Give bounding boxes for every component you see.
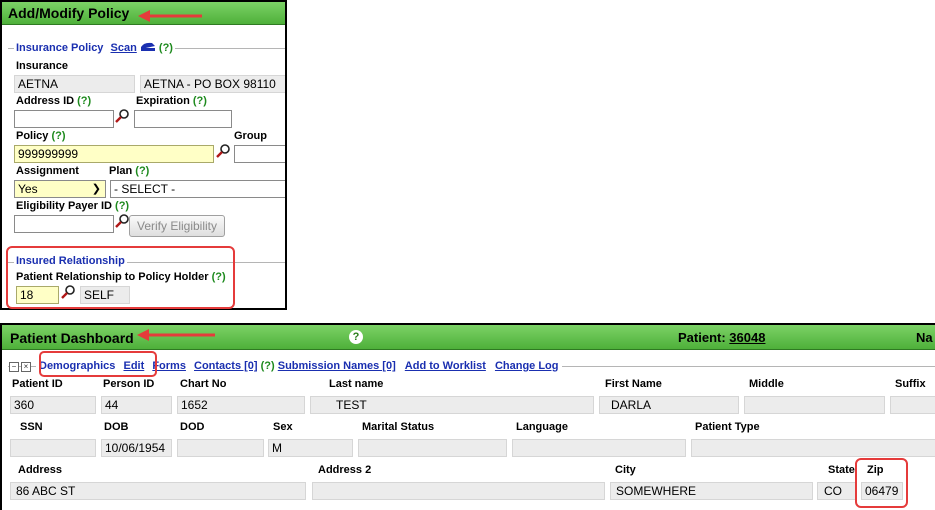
expiration-label-text: Expiration: [136, 95, 190, 107]
close-section-icon[interactable]: ×: [21, 362, 31, 372]
last-name-field: TEST: [310, 396, 594, 414]
ssn-label: SSN: [20, 421, 43, 433]
tab-add-to-worklist[interactable]: Add to Worklist: [405, 360, 486, 372]
eligibility-payer-label-text: Eligibility Payer ID: [16, 200, 112, 212]
insurance-label: Insurance: [16, 60, 68, 72]
patient-name-header: Na: [916, 330, 933, 345]
eligibility-payer-input[interactable]: [14, 215, 114, 233]
dob-field: 10/06/1954: [101, 439, 172, 457]
state-label: State: [828, 464, 855, 476]
sex-label: Sex: [273, 421, 293, 433]
middle-label: Middle: [749, 378, 784, 390]
help-circle-text: ?: [352, 331, 360, 343]
last-name-label: Last name: [329, 378, 384, 390]
address-id-help[interactable]: (?): [77, 95, 91, 107]
address-id-label-text: Address ID: [16, 95, 75, 107]
insurance-code-field: AETNA: [14, 75, 135, 93]
assignment-select[interactable]: Yes ❯: [14, 180, 106, 198]
person-id-field: 44: [101, 396, 172, 414]
demographics-edit-highlight: [39, 351, 157, 377]
sex-field: M: [268, 439, 353, 457]
policy-help[interactable]: (?): [51, 130, 65, 142]
policy-lookup-icon[interactable]: [215, 143, 231, 159]
scanner-icon[interactable]: [140, 41, 156, 55]
patient-id-field: 360: [10, 396, 96, 414]
address-label: Address: [18, 464, 63, 476]
expiration-help[interactable]: (?): [193, 95, 207, 107]
eligibility-payer-label: Eligibility Payer ID (?): [16, 200, 129, 212]
patient-label-text: Patient:: [678, 330, 726, 345]
middle-field: [744, 396, 885, 414]
collapse-icon[interactable]: −: [9, 362, 19, 372]
plan-select[interactable]: - SELECT -: [110, 180, 285, 198]
policy-panel-title: Add/Modify Policy: [8, 5, 130, 21]
first-name-field: DARLA: [599, 396, 739, 414]
patient-type-label: Patient Type: [695, 421, 760, 433]
patient-id-label: Patient ID: [12, 378, 63, 390]
policy-label: Policy (?): [16, 130, 66, 142]
policy-label-text: Policy: [16, 130, 49, 142]
tab-forms[interactable]: Forms: [152, 360, 186, 372]
marital-status-label: Marital Status: [362, 421, 435, 433]
scan-link[interactable]: Scan: [111, 42, 137, 54]
dob-label: DOB: [104, 421, 129, 433]
first-name-label: First Name: [605, 378, 662, 390]
assignment-label: Assignment: [16, 165, 79, 177]
patient-id-link[interactable]: 36048: [729, 330, 765, 345]
eligibility-payer-help[interactable]: (?): [115, 200, 129, 212]
help-circle-icon[interactable]: ?: [349, 330, 363, 344]
expiration-label: Expiration (?): [136, 95, 207, 107]
expiration-input[interactable]: [134, 110, 232, 128]
tab-contacts[interactable]: Contacts [0]: [194, 360, 258, 372]
city-label: City: [615, 464, 636, 476]
plan-label-text: Plan: [109, 165, 133, 177]
address-field: 86 ABC ST: [10, 482, 306, 500]
policy-title-arrow-annotation: [138, 10, 202, 22]
suffix-label: Suffix: [895, 378, 926, 390]
tab-submission-names[interactable]: Submission Names [0]: [278, 360, 396, 372]
insurance-policy-legend: Insurance Policy Scan (?): [14, 41, 175, 55]
patient-type-field: [691, 439, 935, 457]
language-label: Language: [516, 421, 568, 433]
plan-help[interactable]: (?): [135, 165, 149, 177]
assignment-select-value: Yes: [18, 182, 38, 196]
verify-eligibility-button[interactable]: Verify Eligibility: [129, 215, 225, 237]
insurance-policy-legend-text: Insurance Policy: [16, 41, 104, 54]
group-label: Group: [234, 130, 267, 142]
dod-field: [177, 439, 264, 457]
eligibility-lookup-icon[interactable]: [114, 213, 130, 229]
dashboard-title: Patient Dashboard: [10, 330, 134, 346]
city-field: SOMEWHERE: [610, 482, 813, 500]
contacts-help[interactable]: (?): [261, 360, 275, 372]
chart-no-field: 1652: [177, 396, 305, 414]
insured-relationship-highlight: [6, 246, 235, 309]
address-id-input[interactable]: [14, 110, 114, 128]
plan-label: Plan (?): [109, 165, 149, 177]
chart-no-label: Chart No: [180, 378, 227, 390]
person-id-label: Person ID: [103, 378, 155, 390]
dod-label: DOD: [180, 421, 205, 433]
marital-status-field: [358, 439, 507, 457]
language-field: [512, 439, 686, 457]
zip-highlight: [855, 458, 908, 508]
ssn-field: [10, 439, 96, 457]
address2-field: [312, 482, 605, 500]
patient-header-label: Patient: 36048: [678, 330, 765, 345]
state-field: CO: [817, 482, 857, 500]
address2-label: Address 2: [318, 464, 372, 476]
policy-number-input[interactable]: 999999999: [14, 145, 214, 163]
group-input[interactable]: [234, 145, 285, 163]
insurance-name-field: AETNA - PO BOX 98110: [140, 75, 285, 93]
insurance-policy-help[interactable]: (?): [159, 42, 173, 54]
address-id-label: Address ID (?): [16, 95, 91, 107]
address-id-lookup-icon[interactable]: [114, 108, 130, 124]
dashboard-title-arrow-annotation: [137, 329, 215, 341]
suffix-field: [890, 396, 935, 414]
chevron-down-icon: ❯: [91, 183, 101, 195]
tab-change-log[interactable]: Change Log: [495, 360, 559, 372]
